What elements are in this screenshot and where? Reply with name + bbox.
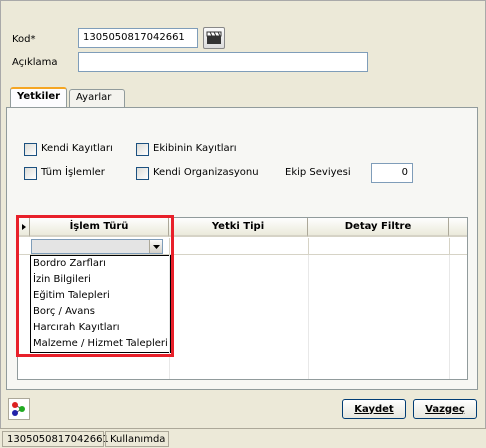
ekip-seviyesi-label: Ekip Seviyesi [285,167,351,178]
tum-islemler-checkbox[interactable] [24,167,37,180]
aciklama-label: Açıklama [12,57,58,68]
cell-divider [308,238,309,255]
tum-islemler-label: Tüm İşlemler [41,167,105,178]
kendi-kayitlari-checkbox[interactable] [24,143,37,156]
vazgec-button[interactable]: Vazgeç [413,399,477,419]
tab-ayarlar[interactable]: Ayarlar [69,89,125,108]
network-button[interactable] [8,398,30,420]
kod-label: Kod* [12,34,36,45]
tab-yetkiler[interactable]: Yetkiler [10,87,67,108]
kod-field[interactable]: 1305050817042661 [78,28,198,48]
column-divider [449,255,450,379]
clapper-icon [206,31,222,44]
column-detay-filtre[interactable]: Detay Filtre [308,218,449,237]
status-state: Kullanımda [105,431,169,447]
kendi-kayitlari-label: Kendi Kayıtları [41,143,113,154]
status-code: 1305050817042661 [2,431,109,447]
column-spacer [449,218,467,237]
calendar-button[interactable] [203,27,225,49]
column-divider [308,255,309,379]
column-yetki-tipi[interactable]: Yetki Tipi [169,218,308,237]
ekip-seviyesi-input[interactable]: 0 [371,163,413,183]
kendi-organizasyonu-label: Kendi Organizasyonu [153,167,259,178]
cell-divider [449,238,450,255]
kaydet-button[interactable]: Kaydet [342,399,406,419]
kendi-organizasyonu-checkbox[interactable] [136,167,149,180]
status-bar: 1305050817042661 Kullanımda [0,428,486,448]
ekibinin-kayitlari-label: Ekibinin Kayıtları [153,143,237,154]
aciklama-field[interactable] [78,52,368,72]
highlight-box [16,215,174,357]
ekibinin-kayitlari-checkbox[interactable] [136,143,149,156]
network-icon [12,402,25,416]
